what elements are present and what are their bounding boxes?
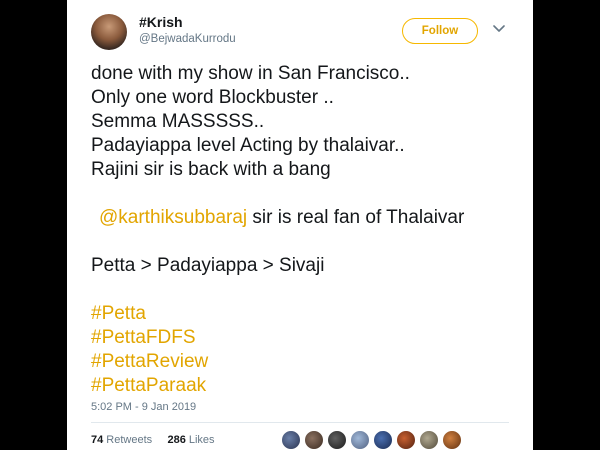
likes-count: 286 xyxy=(167,434,186,446)
hashtag-link[interactable]: #PettaParaak xyxy=(91,374,521,398)
timestamp[interactable]: 5:02 PM - 9 Jan 2019 xyxy=(91,401,196,413)
mention-suffix: sir is real fan of Thalaivar xyxy=(247,207,465,228)
chevron-down-icon[interactable] xyxy=(492,22,506,36)
hashtag-link[interactable]: #PettaReview xyxy=(91,350,521,374)
liker-avatar[interactable] xyxy=(396,430,416,450)
retweets-count: 74 xyxy=(91,434,104,446)
retweets-stat[interactable]: 74 Retweets xyxy=(91,434,152,446)
display-name[interactable]: #Krish xyxy=(139,14,183,30)
liker-avatar[interactable] xyxy=(350,430,370,450)
liker-avatars xyxy=(281,430,465,450)
hashtag-link[interactable]: #PettaFDFS xyxy=(91,326,521,350)
avatar[interactable] xyxy=(91,14,127,50)
divider xyxy=(91,422,509,423)
liker-avatar[interactable] xyxy=(304,430,324,450)
mention-link[interactable]: @karthiksubbaraj xyxy=(91,207,247,228)
likes-label: Likes xyxy=(185,434,215,446)
liker-avatar[interactable] xyxy=(419,430,439,450)
tweet-line: Only one word Blockbuster .. xyxy=(91,87,334,108)
liker-avatar[interactable] xyxy=(442,430,462,450)
user-handle[interactable]: @BejwadaKurrodu xyxy=(139,33,236,45)
retweets-label: Retweets xyxy=(103,434,153,446)
likes-stat[interactable]: 286 Likes xyxy=(167,434,214,446)
hashtag-link[interactable]: #Petta xyxy=(91,302,521,326)
engagement-stats: 74 Retweets 286 Likes xyxy=(91,434,215,446)
tweet-line: Semma MASSSSS.. xyxy=(91,111,265,132)
follow-button[interactable]: Follow xyxy=(402,18,478,44)
liker-avatar[interactable] xyxy=(373,430,393,450)
tweet-line: done with my show in San Francisco.. xyxy=(91,63,410,84)
liker-avatar[interactable] xyxy=(327,430,347,450)
tweet-line: Rajini sir is back with a bang xyxy=(91,159,331,180)
comparison-line: Petta > Padayiappa > Sivaji xyxy=(91,255,325,276)
tweet-card: #Krish @BejwadaKurrodu Follow done with … xyxy=(67,0,533,450)
mention-line: @karthiksubbaraj sir is real fan of Thal… xyxy=(91,206,521,230)
liker-avatar[interactable] xyxy=(281,430,301,450)
tweet-line: Padayiappa level Acting by thalaivar.. xyxy=(91,135,405,156)
tweet-text: done with my show in San Francisco.. Onl… xyxy=(91,62,521,398)
